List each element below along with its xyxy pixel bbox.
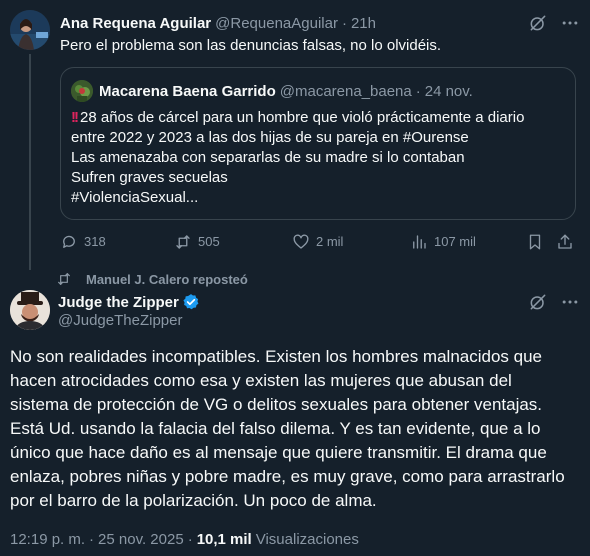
tweet-time[interactable]: 12:19 p. m. — [10, 531, 85, 548]
thread-line — [29, 54, 31, 270]
repost-indicator[interactable]: Manuel J. Calero reposteó — [56, 270, 248, 288]
views-button[interactable]: 107 mil — [410, 232, 476, 252]
verified-badge-icon[interactable] — [182, 293, 200, 311]
quoted-text-line: Sufren graves secuelas — [71, 169, 228, 186]
quoted-tweet-text: !! 28 años de cárcel para un hombre que v… — [71, 108, 569, 208]
bookmark-button[interactable] — [526, 232, 550, 252]
separator: · — [89, 530, 95, 548]
grok-icon[interactable] — [528, 292, 548, 312]
views-count: 107 mil — [434, 234, 476, 249]
quoted-tweet[interactable]: Macarena Baena Garrido @macarena_baena ·… — [60, 67, 576, 220]
tweet-text: No son realidades incompatibles. Existen… — [10, 345, 580, 513]
like-icon — [292, 233, 310, 251]
tweet-actions: 318 505 2 mil 107 mil — [60, 232, 576, 254]
quoted-text-line: !! 28 años de cárcel para un hombre que v… — [71, 109, 525, 126]
separator: · — [187, 530, 193, 548]
like-button[interactable]: 2 mil — [292, 232, 343, 252]
tweet-meta: 12:19 p. m. · 25 nov. 2025 · 10,1 mil Vi… — [10, 529, 359, 549]
more-icon[interactable] — [560, 292, 580, 312]
tweet-text-line: por el barro de la polarización. Un poco… — [10, 491, 377, 510]
separator: · — [415, 82, 421, 100]
reply-count: 318 — [84, 234, 106, 249]
reply-icon — [60, 233, 78, 251]
author-name: Macarena Baena Garrido — [99, 82, 276, 100]
share-button[interactable] — [556, 232, 580, 252]
views-count[interactable]: 10,1 mil — [197, 531, 252, 548]
avatar — [71, 80, 93, 102]
quoted-text-line: #ViolenciaSexual... — [71, 189, 199, 206]
quoted-tweet-header: Macarena Baena Garrido @macarena_baena ·… — [99, 81, 473, 101]
tweet-text-line: enlaza, pobres niñas y pobre madre, es m… — [10, 467, 565, 486]
tweet-time: 24 nov. — [424, 82, 473, 100]
author-row: Judge the Zipper — [58, 292, 200, 312]
repost-label: Manuel J. Calero reposteó — [86, 271, 248, 287]
tweet-text-line: único que hace daño es al mensaje que qu… — [10, 443, 547, 462]
author-handle: @macarena_baena — [279, 82, 412, 100]
author-handle[interactable]: @RequenaAguilar — [215, 15, 338, 32]
tweet-text-line: hacen atrocidades como esa y existen las… — [10, 371, 512, 390]
alarm-emoji: !! — [71, 109, 79, 126]
repost-button[interactable]: 505 — [174, 232, 220, 252]
repost-count: 505 — [198, 234, 220, 249]
avatar[interactable] — [10, 10, 50, 50]
more-icon[interactable] — [560, 13, 580, 33]
quoted-text-line: Las amenazaba con separarlas de su madre… — [71, 149, 465, 166]
author-handle[interactable]: @JudgeTheZipper — [58, 312, 182, 329]
author-name[interactable]: Ana Requena Aguilar — [60, 15, 211, 32]
tweet-text-line: No son realidades incompatibles. Existen… — [10, 347, 543, 366]
quoted-text-line: entre 2022 y 2023 a las dos hijas de su … — [71, 129, 469, 146]
repost-icon — [174, 233, 192, 251]
views-icon — [410, 233, 428, 251]
tweet-time[interactable]: 21h — [351, 15, 376, 32]
reply-button[interactable]: 318 — [60, 232, 106, 252]
repost-icon — [56, 271, 72, 287]
bookmark-icon — [526, 233, 544, 251]
views-label: Visualizaciones — [255, 530, 359, 548]
author-name[interactable]: Judge the Zipper — [58, 294, 179, 311]
reply-tweet: Ana Requena Aguilar @RequenaAguilar · 21… — [0, 0, 590, 270]
tweet-text-line: sistema de protección de VG o delitos se… — [10, 395, 543, 414]
share-icon — [556, 233, 574, 251]
tweet-date[interactable]: 25 nov. 2025 — [98, 531, 184, 548]
grok-icon[interactable] — [528, 13, 548, 33]
avatar[interactable] — [10, 290, 50, 330]
tweet-text-line: Está Ud. usando la falacia del falso dil… — [10, 419, 541, 438]
reply-tweet-header: Ana Requena Aguilar @RequenaAguilar · 21… — [60, 13, 376, 33]
separator: · — [341, 14, 347, 32]
like-count: 2 mil — [316, 234, 344, 249]
tweet-text: Pero el problema son las denuncias falsa… — [60, 37, 442, 54]
